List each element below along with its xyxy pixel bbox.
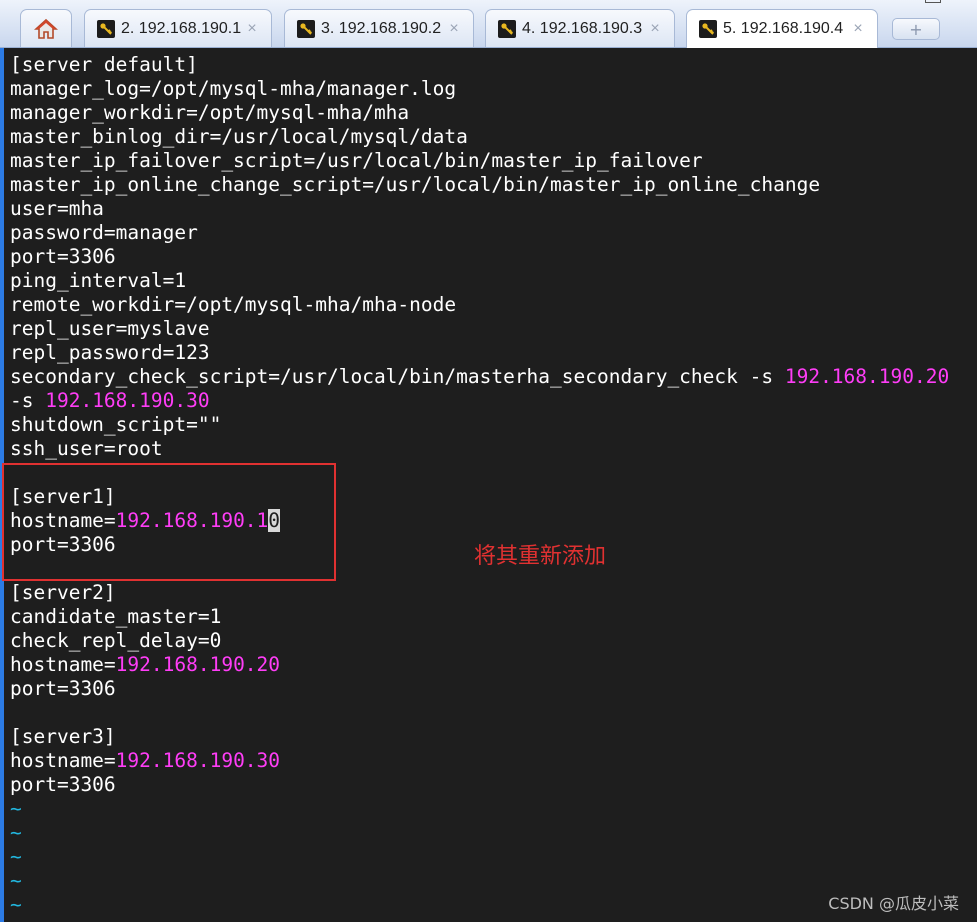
ip-address: 192.168.190.20	[784, 365, 950, 388]
ip-address: 192.168.190.20	[115, 653, 281, 676]
tab-session-5[interactable]: 5. 192.168.190.4 ×	[686, 9, 878, 48]
tab-close-icon[interactable]: ×	[243, 20, 261, 38]
terminal-line: port=3306	[10, 677, 949, 701]
window-left-edge	[0, 0, 4, 922]
terminal-line: port=3306	[10, 245, 949, 269]
ip-address: 192.168.190.30	[45, 389, 210, 412]
terminal-line: [server3]	[10, 725, 949, 749]
watermark: CSDN @瓜皮小菜	[828, 894, 959, 913]
empty-line-tilde: ~	[10, 869, 22, 892]
tab-close-icon[interactable]: ×	[849, 20, 867, 38]
line-text: -s	[10, 389, 46, 412]
window-control-mark	[925, 0, 941, 3]
terminal-line: password=manager	[10, 221, 949, 245]
line-text: hostname=	[10, 653, 116, 676]
line-text: repl_password=123	[10, 341, 210, 364]
key-icon	[297, 19, 315, 38]
terminal-line: -s 192.168.190.30	[10, 389, 949, 413]
key-icon	[699, 20, 717, 38]
terminal-line: repl_user=myslave	[10, 317, 949, 341]
ip-address: 192.168.190.30	[115, 749, 281, 772]
terminal-line: hostname=192.168.190.20	[10, 653, 949, 677]
tab-label: 2. 192.168.190.1	[121, 19, 242, 37]
line-text: secondary_check_script=/usr/local/bin/ma…	[10, 365, 785, 388]
terminal-line: [server2]	[10, 581, 949, 605]
terminal-line: master_binlog_dir=/usr/local/mysql/data	[10, 125, 949, 149]
empty-line-tilde: ~	[10, 893, 22, 916]
terminal-line: ssh_user=root	[10, 437, 949, 461]
tab-session-3[interactable]: 3. 192.168.190.2 ×	[284, 9, 474, 47]
tab-bar: 2. 192.168.190.1 × 3. 192.168.190.2 × 4.…	[0, 0, 977, 48]
tab-session-4[interactable]: 4. 192.168.190.3 ×	[485, 9, 675, 47]
terminal-line: hostname=192.168.190.30	[10, 749, 949, 773]
line-text: user=mha	[10, 197, 104, 220]
terminal-line: user=mha	[10, 197, 949, 221]
line-text: port=3306	[10, 677, 116, 700]
line-text: [server default]	[10, 53, 198, 76]
terminal-line: ~	[10, 845, 949, 869]
line-text: shutdown_script=""	[10, 413, 222, 436]
terminal-line: check_repl_delay=0	[10, 629, 949, 653]
annotation-text: 将其重新添加	[474, 544, 607, 569]
line-text: port=3306	[10, 245, 116, 268]
terminal-line: repl_password=123	[10, 341, 949, 365]
terminal-line: port=3306	[10, 773, 949, 797]
terminal-line: shutdown_script=""	[10, 413, 949, 437]
terminal-line: ~	[10, 821, 949, 845]
line-text: master_ip_failover_script=/usr/local/bin…	[10, 149, 703, 172]
tab-session-2[interactable]: 2. 192.168.190.1 ×	[84, 9, 272, 47]
line-text: manager_workdir=/opt/mysql-mha/mha	[10, 101, 410, 124]
line-text: remote_workdir=/opt/mysql-mha/mha-node	[10, 293, 457, 316]
plus-icon: +	[909, 19, 923, 39]
terminal-line: manager_log=/opt/mysql-mha/manager.log	[10, 77, 949, 101]
terminal-line: [server default]	[10, 53, 949, 77]
home-tab[interactable]	[20, 9, 72, 47]
line-text: candidate_master=1	[10, 605, 222, 628]
empty-line-tilde: ~	[10, 797, 22, 820]
terminal-line: ~	[10, 869, 949, 893]
line-text: [server2]	[10, 581, 116, 604]
tab-label: 4. 192.168.190.3	[522, 19, 643, 37]
terminal-line: ping_interval=1	[10, 269, 949, 293]
line-text: [server3]	[10, 725, 116, 748]
terminal-line: manager_workdir=/opt/mysql-mha/mha	[10, 101, 949, 125]
terminal-line: remote_workdir=/opt/mysql-mha/mha-node	[10, 293, 949, 317]
terminal-line: master_ip_failover_script=/usr/local/bin…	[10, 149, 949, 173]
line-text: ping_interval=1	[10, 269, 187, 292]
empty-line-tilde: ~	[10, 821, 22, 844]
annotation-highlight-box	[2, 463, 336, 581]
line-text: master_ip_online_change_script=/usr/loca…	[10, 173, 821, 196]
line-text: repl_user=myslave	[10, 317, 210, 340]
line-text: check_repl_delay=0	[10, 629, 222, 652]
terminal-line: master_ip_online_change_script=/usr/loca…	[10, 173, 949, 197]
line-text: port=3306	[10, 773, 116, 796]
key-icon	[498, 19, 516, 38]
line-text: master_binlog_dir=/usr/local/mysql/data	[10, 125, 468, 148]
terminal-line: ~	[10, 893, 949, 917]
tab-close-icon[interactable]: ×	[445, 20, 463, 38]
terminal-line: candidate_master=1	[10, 605, 949, 629]
terminal-line: ~	[10, 797, 949, 821]
line-text: ssh_user=root	[10, 437, 163, 460]
tab-close-icon[interactable]: ×	[646, 20, 664, 38]
home-icon	[34, 18, 58, 39]
tab-label: 5. 192.168.190.4	[723, 20, 844, 37]
tab-label: 3. 192.168.190.2	[321, 19, 442, 37]
line-text: manager_log=/opt/mysql-mha/manager.log	[10, 77, 457, 100]
terminal-line: secondary_check_script=/usr/local/bin/ma…	[10, 365, 949, 389]
empty-line-tilde: ~	[10, 845, 22, 868]
key-icon	[97, 19, 115, 38]
line-text: password=manager	[10, 221, 198, 244]
line-text: hostname=	[10, 749, 116, 772]
new-tab-button[interactable]: +	[892, 18, 940, 40]
